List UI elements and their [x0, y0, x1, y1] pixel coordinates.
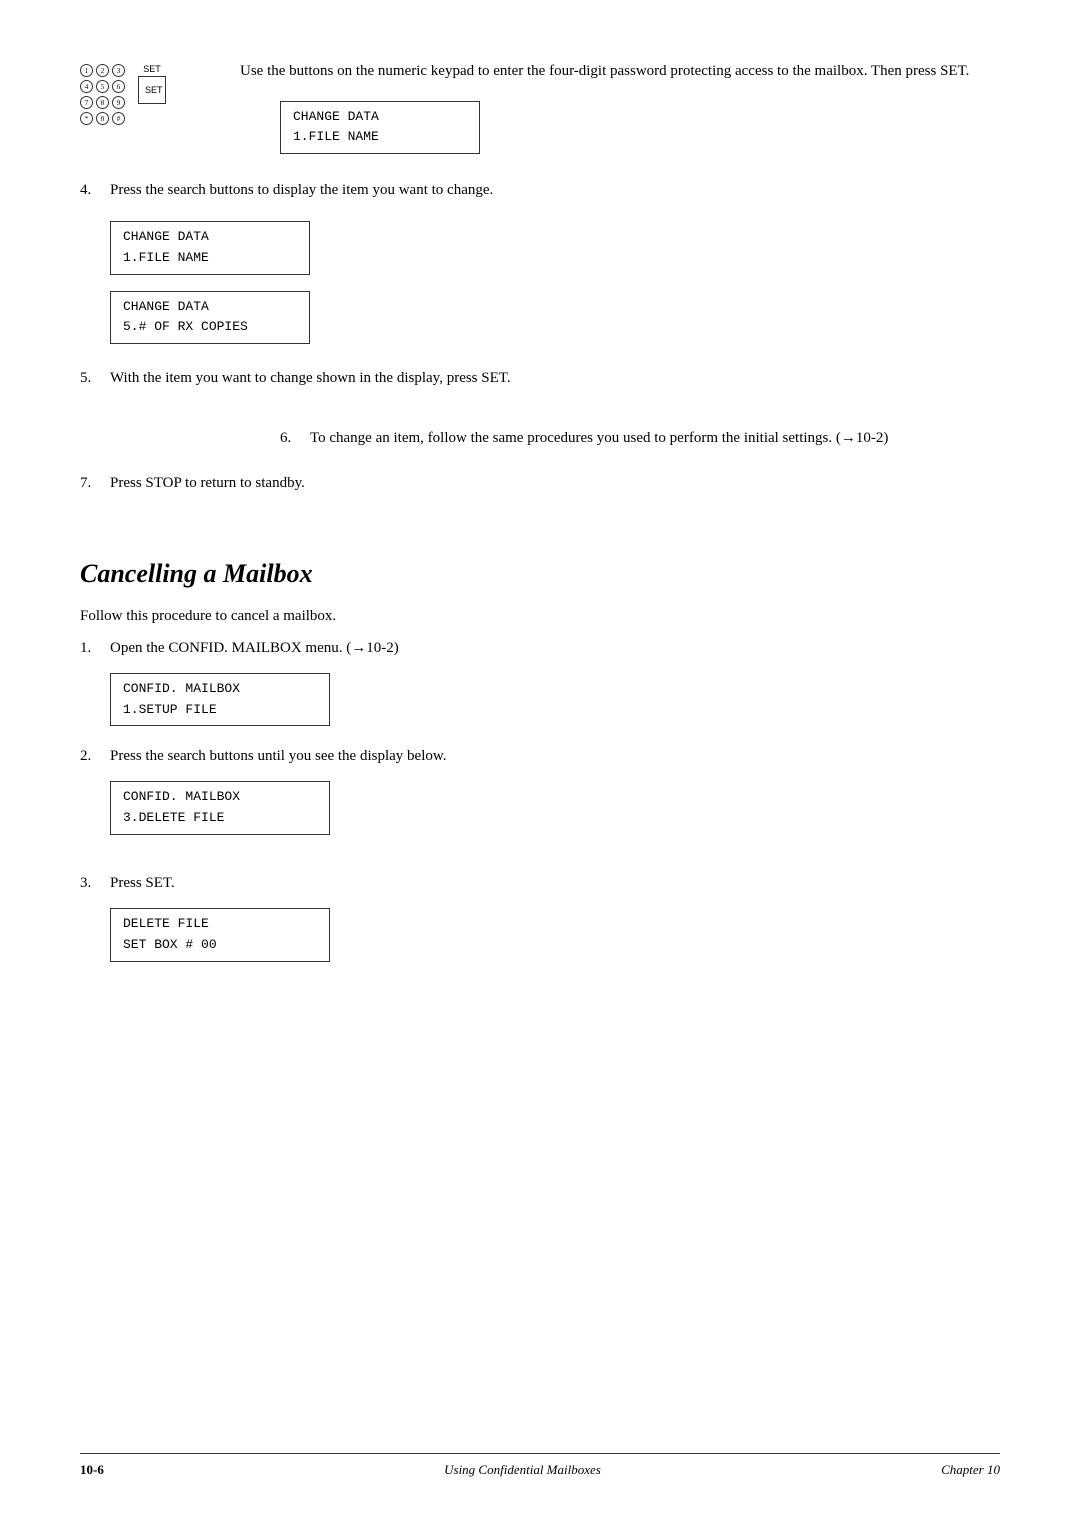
- cancel-step-1-heading: 1. Open the CONFID. MAILBOX menu. (→10-2…: [80, 640, 1000, 735]
- cancel-step-2-text: Press the search buttons until you see t…: [110, 748, 446, 764]
- step-5-content: 5. With the item you want to change show…: [80, 370, 1000, 401]
- step-4-num: 4.: [80, 182, 110, 199]
- cancel-step-3-heading: 3. Press SET. DELETE FILE SET BOX # 00: [80, 875, 1000, 970]
- cancel-step-3-block: Press SET. DELETE FILE SET BOX # 00: [110, 875, 330, 970]
- cancel-display-box-2: CONFID. MAILBOX 3.DELETE FILE: [110, 781, 330, 835]
- step-4-text: Press the search buttons to display the …: [110, 182, 493, 199]
- step-6-content: 6. To change an item, follow the same pr…: [280, 430, 1000, 461]
- cancel-step-3-content: 3. Press SET. DELETE FILE SET BOX # 00: [80, 875, 1000, 984]
- key-2: 2: [96, 64, 109, 77]
- cancel-step-1-row: 1. Open the CONFID. MAILBOX menu. (→10-2…: [80, 640, 1000, 735]
- cancel-step-3-row: SET SET 3. Press SET. DELETE FILE SET BO…: [80, 875, 1000, 984]
- display-box-3: CHANGE DATA 5.# OF RX COPIES: [110, 291, 310, 345]
- step-6-text: To change an item, follow the same proce…: [310, 430, 888, 447]
- set-label-intro: SET: [143, 64, 161, 74]
- footer-chapter-title: Using Confidential Mailboxes: [444, 1462, 601, 1478]
- cancel-step-1-text: Open the CONFID. MAILBOX menu. (→10-2): [110, 640, 399, 656]
- key-6: 6: [112, 80, 125, 93]
- display3-line1: CHANGE DATA: [123, 297, 297, 318]
- cancel-step-3-num: 3.: [80, 875, 110, 892]
- key-hash: #: [112, 112, 125, 125]
- cancel-display2-line1: CONFID. MAILBOX: [123, 787, 317, 808]
- footer: 10-6 Using Confidential Mailboxes Chapte…: [80, 1453, 1000, 1478]
- cancel-step-2-icon-col: ^ v: [0, 748, 80, 772]
- cancel-step-3-icon-col: SET SET: [0, 875, 80, 917]
- step-6-num: 6.: [280, 430, 310, 447]
- step-5-icon-col: SET SET: [0, 370, 80, 412]
- cancel-step-2-num: 2.: [80, 748, 110, 765]
- display-box-2: CHANGE DATA 1.FILE NAME: [110, 221, 310, 275]
- step-7-num: 7.: [80, 475, 110, 492]
- cancel-display1-line2: 1.SETUP FILE: [123, 700, 317, 721]
- step-7-text: Press STOP to return to standby.: [110, 475, 305, 492]
- step-5-row: SET SET 5. With the item you want to cha…: [80, 370, 1000, 412]
- step-4-heading: 4. Press the search buttons to display t…: [80, 182, 1000, 199]
- step-4-row: ^ v 4. Press the search buttons to displ…: [80, 182, 1000, 352]
- cancel-display1-line1: CONFID. MAILBOX: [123, 679, 317, 700]
- keypad-set-icon-col: 1 2 3 4 5 6 7 8 9 * 0 # SET SET: [80, 60, 240, 126]
- cancel-display3-line1: DELETE FILE: [123, 914, 317, 935]
- display3-line2: 5.# OF RX COPIES: [123, 317, 297, 338]
- cancel-step-1-content: Open the CONFID. MAILBOX menu. (→10-2) C…: [110, 640, 399, 735]
- intro-text: Use the buttons on the numeric keypad to…: [240, 60, 1000, 162]
- step-6-heading: 6. To change an item, follow the same pr…: [280, 430, 1000, 447]
- key-0: 0: [96, 112, 109, 125]
- step-4-content: 4. Press the search buttons to display t…: [80, 182, 1000, 352]
- key-star: *: [80, 112, 93, 125]
- cancel-step-2-heading: 2. Press the search buttons until you se…: [80, 748, 1000, 843]
- key-9: 9: [112, 96, 125, 109]
- display1-line2: 1.FILE NAME: [293, 127, 467, 148]
- key-8: 8: [96, 96, 109, 109]
- step-4-icon-col: ^ v: [0, 182, 80, 206]
- cancel-display-box-1: CONFID. MAILBOX 1.SETUP FILE: [110, 673, 330, 727]
- step-5-text: With the item you want to change shown i…: [110, 370, 511, 387]
- display2-line2: 1.FILE NAME: [123, 248, 297, 269]
- step-7-heading: 7. Press STOP to return to standby.: [80, 475, 1000, 492]
- key-5: 5: [96, 80, 109, 93]
- cancel-display-box-3: DELETE FILE SET BOX # 00: [110, 908, 330, 962]
- set-button-intro[interactable]: SET: [138, 76, 166, 104]
- key-1: 1: [80, 64, 93, 77]
- section-intro-text: Follow this procedure to cancel a mailbo…: [80, 605, 1000, 628]
- step-7-icon-col: [0, 475, 80, 529]
- step-5-heading: 5. With the item you want to change show…: [80, 370, 1000, 387]
- key-3: 3: [112, 64, 125, 77]
- step-7-row: 7. Press STOP to return to standby.: [80, 475, 1000, 529]
- footer-page-number: 10-6: [80, 1462, 104, 1478]
- key-4: 4: [80, 80, 93, 93]
- cancel-display3-line2: SET BOX # 00: [123, 935, 317, 956]
- cancel-step-3-text: Press SET.: [110, 875, 175, 891]
- cancel-step-1-num: 1.: [80, 640, 110, 657]
- display1-line1: CHANGE DATA: [293, 107, 467, 128]
- page: 1 2 3 4 5 6 7 8 9 * 0 # SET SET: [0, 0, 1080, 1528]
- footer-chapter: Chapter 10: [941, 1462, 1000, 1478]
- step-7-content: 7. Press STOP to return to standby.: [80, 475, 1000, 506]
- cancel-step-2-content: 2. Press the search buttons until you se…: [80, 748, 1000, 857]
- display-box-1: CHANGE DATA 1.FILE NAME: [280, 101, 480, 155]
- step-6-row: 6. To change an item, follow the same pr…: [280, 430, 1000, 461]
- section-heading: Cancelling a Mailbox: [80, 559, 1000, 589]
- intro-row: 1 2 3 4 5 6 7 8 9 * 0 # SET SET: [80, 60, 1000, 162]
- cancel-step-2-block: Press the search buttons until you see t…: [110, 748, 446, 843]
- display2-line1: CHANGE DATA: [123, 227, 297, 248]
- cancel-display2-line2: 3.DELETE FILE: [123, 808, 317, 829]
- key-7: 7: [80, 96, 93, 109]
- step-5-num: 5.: [80, 370, 110, 387]
- cancel-step-2-row: ^ v 2. Press the search buttons until yo…: [80, 748, 1000, 857]
- intro-paragraph: Use the buttons on the numeric keypad to…: [240, 60, 1000, 83]
- keypad-icon: 1 2 3 4 5 6 7 8 9 * 0 #: [80, 64, 126, 126]
